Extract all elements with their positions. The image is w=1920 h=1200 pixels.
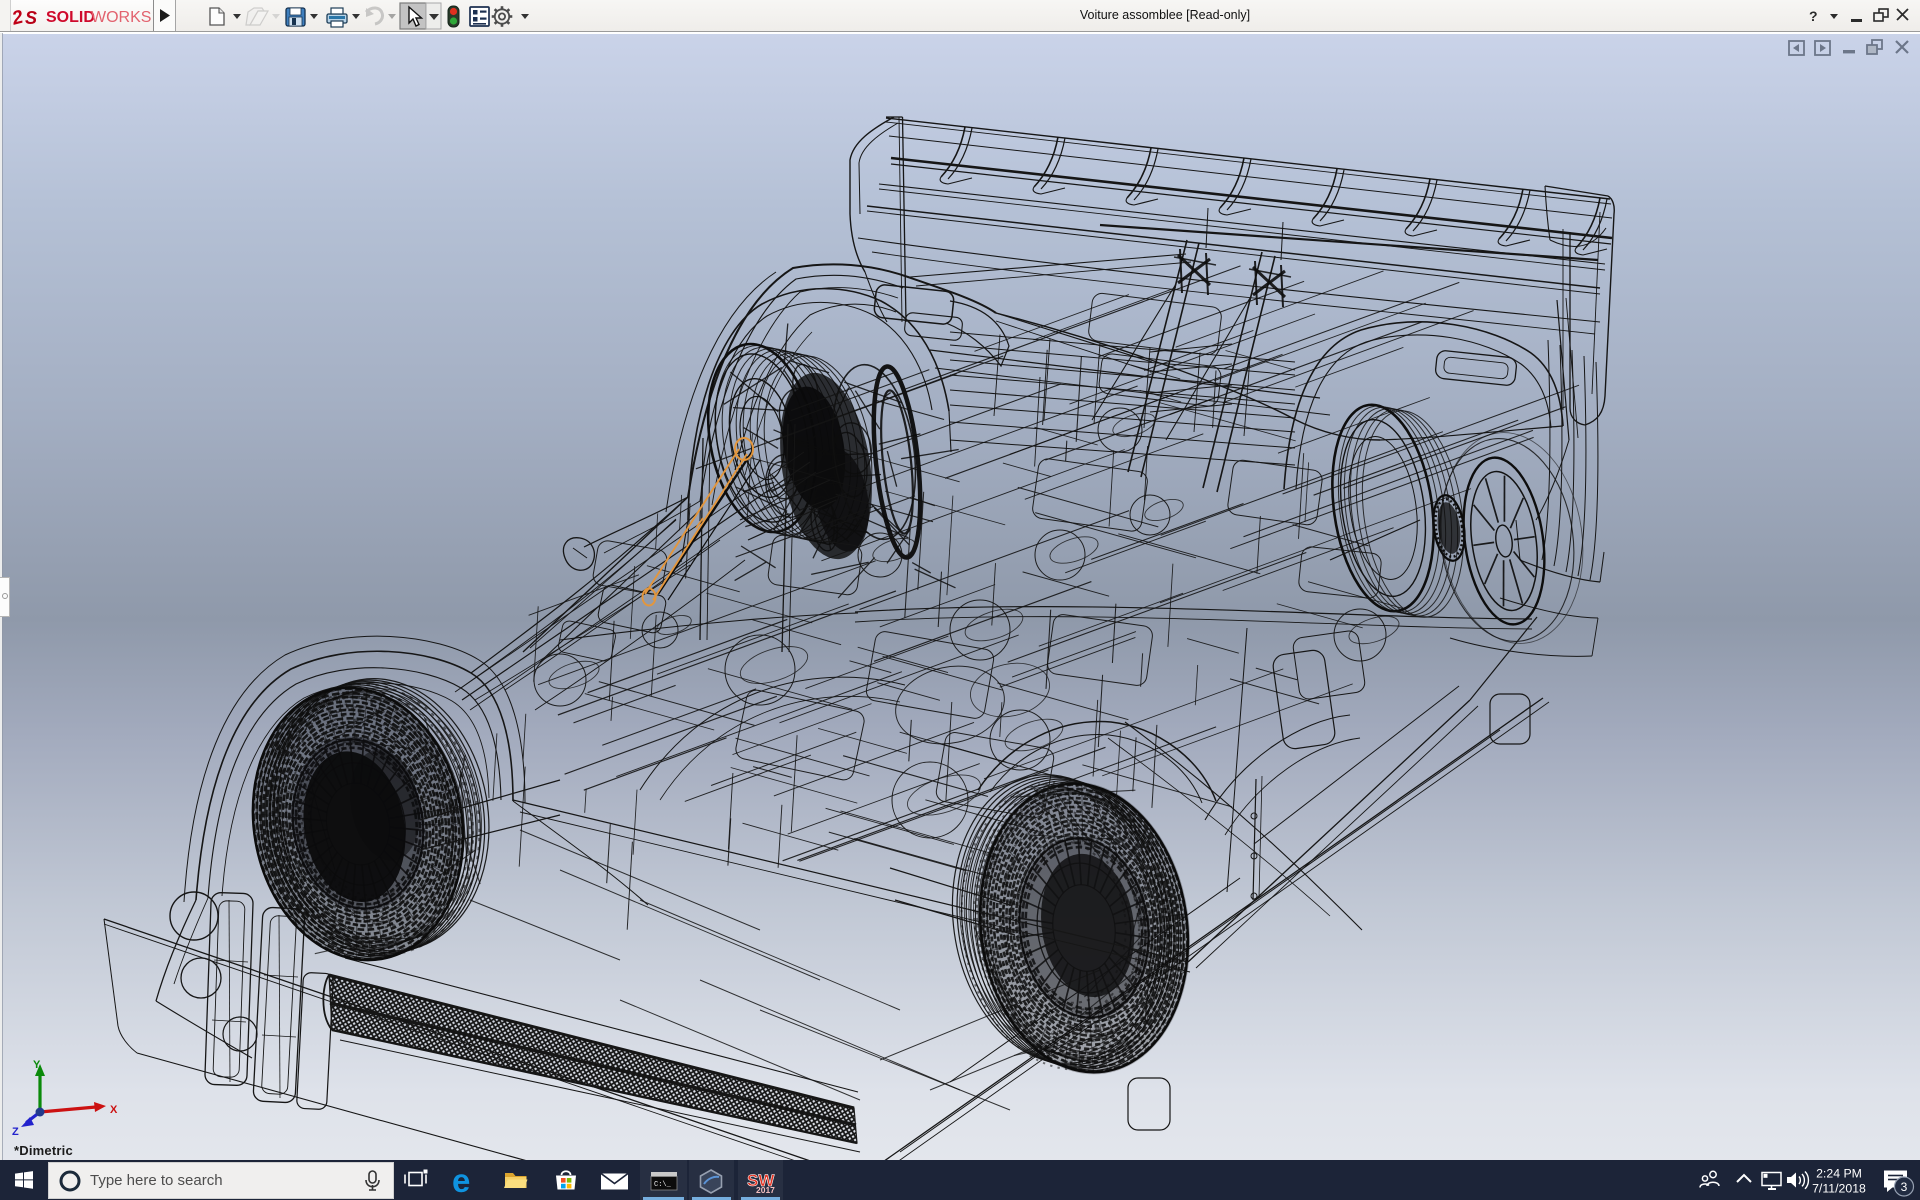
svg-text:3: 3	[1901, 1180, 1908, 1194]
svg-text:2017: 2017	[756, 1185, 775, 1195]
svg-text:2:24 PM: 2:24 PM	[1816, 1167, 1862, 1181]
svg-text:Z: Z	[12, 1126, 19, 1138]
svg-text:2: 2	[9, 7, 26, 30]
svg-text:WORKS: WORKS	[91, 9, 151, 26]
svg-text:SOLID: SOLID	[46, 9, 95, 26]
svg-text:7/11/2018: 7/11/2018	[1812, 1182, 1866, 1196]
svg-text:Y: Y	[33, 1059, 41, 1071]
svg-text:e: e	[452, 1162, 470, 1199]
svg-text:S: S	[25, 8, 37, 28]
svg-text:X: X	[110, 1104, 118, 1116]
svg-text:C:\_: C:\_	[654, 1181, 672, 1189]
svg-text:?: ?	[1809, 8, 1818, 24]
